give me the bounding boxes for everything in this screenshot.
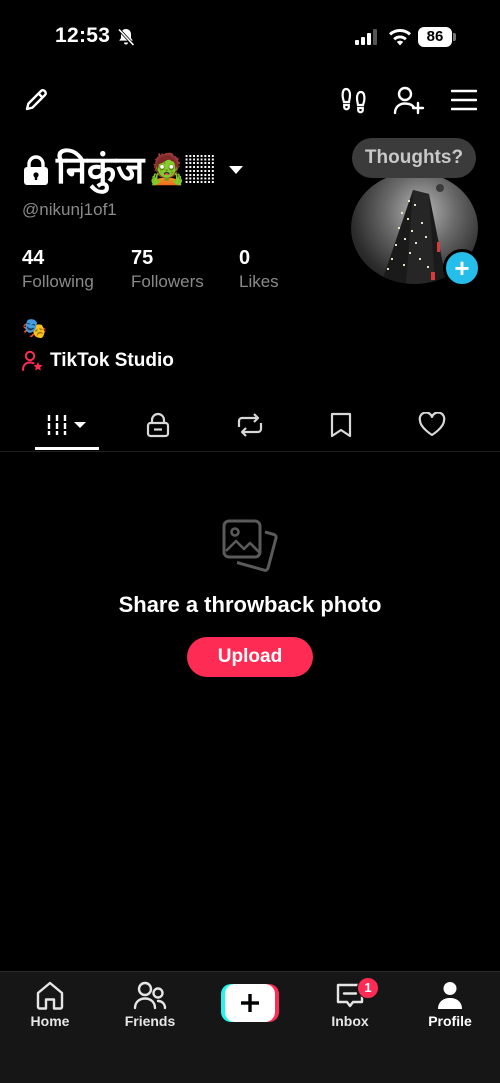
tab-saved[interactable] (311, 400, 371, 450)
repost-icon (237, 413, 263, 437)
nav-inbox-label: Inbox (331, 1013, 369, 1029)
cellular-signal-icon (355, 29, 377, 45)
display-name: निकुंज (56, 148, 145, 192)
followers-count: 75 (131, 247, 154, 269)
nav-profile-label: Profile (428, 1013, 472, 1029)
active-tab-indicator (35, 447, 99, 450)
video-grid-icon (47, 415, 86, 435)
wifi-icon (389, 28, 411, 46)
lock-icon (146, 412, 170, 438)
thoughts-bubble[interactable]: Thoughts? (352, 138, 476, 178)
profile-icon (438, 982, 462, 1009)
stat-likes[interactable]: 0 Likes (239, 247, 279, 292)
menu-icon[interactable] (451, 89, 477, 111)
nav-friends[interactable]: Friends (110, 980, 190, 1029)
home-icon (36, 981, 64, 1010)
avatar-add-button[interactable]: + (443, 249, 481, 287)
nav-friends-label: Friends (124, 1013, 176, 1029)
friends-icon (133, 981, 167, 1010)
nav-home[interactable]: Home (10, 980, 90, 1029)
tiktok-studio-label: TikTok Studio (50, 350, 174, 371)
stat-following[interactable]: 44 Following (22, 247, 94, 292)
battery-tip (453, 33, 456, 41)
username: @nikunj1of1 (22, 200, 117, 219)
likes-count: 0 (239, 247, 251, 269)
edit-pencil-icon[interactable] (22, 86, 50, 114)
add-friend-icon[interactable] (393, 85, 425, 115)
tab-reposts[interactable] (220, 400, 280, 450)
plus-icon (241, 994, 259, 1012)
status-bar: 12:53 86 (0, 0, 500, 70)
thoughts-bubble-tail (436, 184, 444, 192)
creator-star-icon (22, 350, 43, 371)
inbox-badge: 1 (357, 977, 379, 999)
footprints-icon[interactable] (340, 86, 368, 114)
create-button-face (225, 984, 275, 1022)
create-button[interactable] (221, 984, 279, 1022)
empty-state-title: Share a throwback photo (118, 592, 382, 617)
status-time: 12:53 (55, 24, 111, 47)
account-switch-caret-icon[interactable] (228, 165, 244, 175)
nav-profile[interactable]: Profile (410, 980, 490, 1029)
profile-tabs (0, 400, 500, 452)
nav-home-label: Home (30, 1013, 70, 1029)
following-label: Following (22, 272, 94, 291)
followers-label: Followers (131, 272, 204, 291)
tab-videos[interactable] (35, 400, 99, 450)
name-emoji: 🧟🏽 (148, 153, 216, 186)
tiktok-studio-link[interactable]: TikTok Studio (22, 350, 174, 372)
photos-icon (222, 519, 278, 572)
private-lock-icon (24, 155, 48, 185)
tab-private[interactable] (128, 400, 188, 450)
stat-followers[interactable]: 75 Followers (131, 247, 204, 292)
following-count: 44 (22, 247, 45, 269)
muted-bell-icon (117, 28, 135, 47)
likes-label: Likes (239, 272, 279, 291)
bookmark-icon (330, 412, 352, 438)
profile-name-row[interactable]: निकुंज 🧟🏽 (22, 145, 244, 195)
tab-liked[interactable] (402, 400, 462, 450)
upload-button[interactable]: Upload (187, 637, 313, 677)
battery-indicator: 86 (418, 27, 452, 47)
bottom-nav: Home Friends Inbox 1 Profile (0, 971, 500, 1083)
bio-emoji: 🎭 (22, 318, 47, 340)
heart-icon (418, 412, 446, 437)
